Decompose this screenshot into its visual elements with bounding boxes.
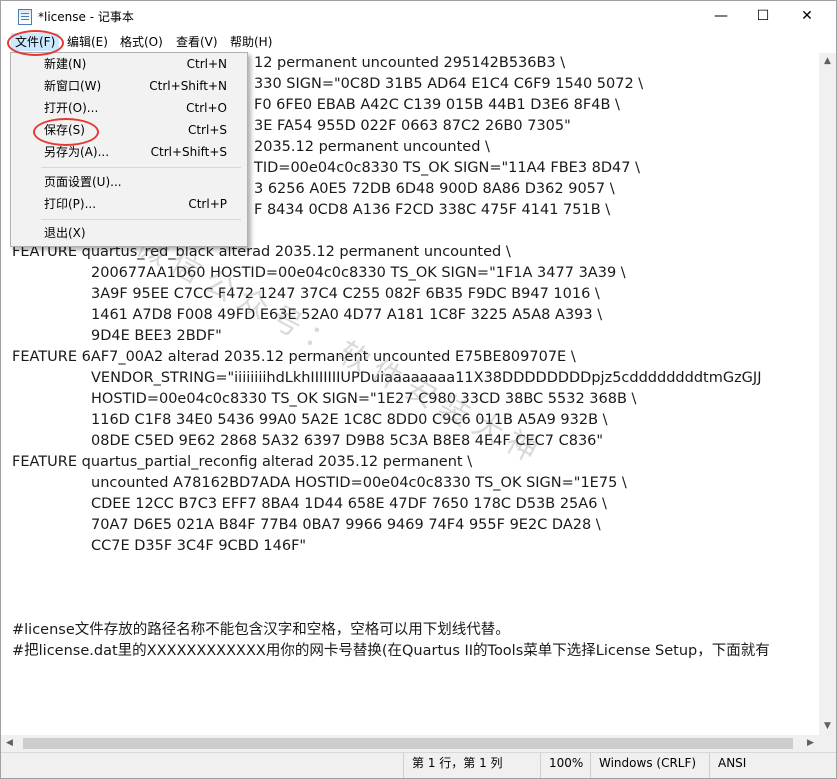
close-button[interactable]: ✕ xyxy=(784,1,830,31)
text-line: 3 6256 A0E5 72DB 6D48 900D 8A86 D362 905… xyxy=(254,181,615,197)
menu-item-new-window[interactable]: 新窗口(W) Ctrl+Shift+N xyxy=(11,75,247,97)
status-encoding: ANSI xyxy=(709,753,826,778)
menu-item-label: 退出(X) xyxy=(44,226,86,240)
window-title: *license - 记事本 xyxy=(38,10,134,24)
menu-separator xyxy=(41,219,241,220)
menu-bar: 文件(F) 编辑(E) 格式(O) 查看(V) 帮助(H) xyxy=(1,31,836,52)
text-line: CDEE 12CC B7C3 EFF7 8BA4 1D44 658E 47DF … xyxy=(91,496,607,512)
menu-item-label: 页面设置(U)... xyxy=(44,175,122,189)
text-line: 330 SIGN="0C8D 31B5 AD64 E1C4 C6F9 1540 … xyxy=(254,76,644,92)
menu-item-open[interactable]: 打开(O)... Ctrl+O xyxy=(11,97,247,119)
text-line: 70A7 D6E5 021A B84F 77B4 0BA7 9966 9469 … xyxy=(91,517,601,533)
scrollbar-corner xyxy=(819,735,836,752)
menu-item-save-as[interactable]: 另存为(A)... Ctrl+Shift+S xyxy=(11,141,247,163)
text-line: 12 permanent uncounted 295142B536B3 \ xyxy=(254,55,566,71)
menu-item-label: 保存(S) xyxy=(44,123,85,137)
menu-help[interactable]: 帮助(H) xyxy=(226,33,276,51)
text-line: TID=00e04c0c8330 TS_OK SIGN="11A4 FBE3 8… xyxy=(254,160,640,176)
menu-edit[interactable]: 编辑(E) xyxy=(63,33,112,51)
text-line: FEATURE 6AF7_00A2 alterad 2035.12 perman… xyxy=(12,349,576,365)
text-line: 9D4E BEE3 2BDF" xyxy=(91,328,222,344)
minimize-button[interactable]: — xyxy=(698,1,744,31)
scroll-up-arrow-icon[interactable]: ▲ xyxy=(819,53,836,70)
menu-item-shortcut: Ctrl+N xyxy=(186,57,227,71)
text-line: 2035.12 permanent uncounted \ xyxy=(254,139,490,155)
status-cursor-position: 第 1 行，第 1 列 xyxy=(403,753,549,778)
notepad-icon xyxy=(18,9,32,25)
text-line: #把license.dat里的XXXXXXXXXXXX用你的网卡号替换(在Qua… xyxy=(12,643,770,659)
scroll-down-arrow-icon[interactable]: ▼ xyxy=(819,718,836,735)
text-line: 3E FA54 955D 022F 0663 87C2 26B0 7305" xyxy=(254,118,571,134)
title-bar[interactable]: *license - 记事本 — ☐ ✕ xyxy=(1,1,836,31)
status-zoom: 100% xyxy=(540,753,591,778)
menu-separator xyxy=(41,167,241,168)
text-line: F0 6FE0 EBAB A42C C139 015B 44B1 D3E6 8F… xyxy=(254,97,620,113)
text-line: #license文件存放的路径名称不能包含汉字和空格，空格可以用下划线代替。 xyxy=(12,622,510,638)
menu-item-shortcut: Ctrl+Shift+N xyxy=(149,79,227,93)
menu-item-shortcut: Ctrl+Shift+S xyxy=(150,145,227,159)
menu-format[interactable]: 格式(O) xyxy=(116,33,167,51)
text-line: FEATURE quartus_partial_reconfig alterad… xyxy=(12,454,473,470)
horizontal-scrollbar[interactable]: ◀ ▶ xyxy=(1,735,819,752)
text-line: 1461 A7D8 F008 49FD E63E 52A0 4D77 A181 … xyxy=(91,307,603,323)
file-menu-dropdown: 新建(N) Ctrl+N 新窗口(W) Ctrl+Shift+N 打开(O)..… xyxy=(10,52,248,247)
status-bar: 第 1 行，第 1 列 100% Windows (CRLF) ANSI xyxy=(1,752,836,778)
horizontal-scroll-thumb[interactable] xyxy=(23,738,793,749)
menu-item-label: 打印(P)... xyxy=(44,197,97,211)
scroll-right-arrow-icon[interactable]: ▶ xyxy=(802,735,819,752)
notepad-window: *license - 记事本 — ☐ ✕ 文件(F) 编辑(E) 格式(O) 查… xyxy=(0,0,837,779)
text-line: 3A9F 95EE C7CC F472 1247 37C4 C255 082F … xyxy=(91,286,600,302)
text-line: CC7E D35F 3C4F 9CBD 146F" xyxy=(91,538,307,554)
scroll-left-arrow-icon[interactable]: ◀ xyxy=(1,735,18,752)
text-line: HOSTID=00e04c0c8330 TS_OK SIGN="1E27 C98… xyxy=(91,391,637,407)
menu-item-exit[interactable]: 退出(X) xyxy=(11,222,247,244)
menu-item-save[interactable]: 保存(S) Ctrl+S xyxy=(11,119,247,141)
menu-item-label: 打开(O)... xyxy=(44,101,99,115)
status-line-ending: Windows (CRLF) xyxy=(590,753,709,778)
menu-item-label: 另存为(A)... xyxy=(44,145,110,159)
menu-item-label: 新窗口(W) xyxy=(44,79,102,93)
menu-item-shortcut: Ctrl+O xyxy=(186,101,227,115)
maximize-button[interactable]: ☐ xyxy=(740,1,786,31)
text-line: uncounted A78162BD7ADA HOSTID=00e04c0c83… xyxy=(91,475,627,491)
menu-item-print[interactable]: 打印(P)... Ctrl+P xyxy=(11,193,247,215)
menu-item-shortcut: Ctrl+S xyxy=(187,123,227,137)
text-line: F 8434 0CD8 A136 F2CD 338C 475F 4141 751… xyxy=(254,202,611,218)
menu-item-new[interactable]: 新建(N) Ctrl+N xyxy=(11,53,247,75)
menu-item-page-setup[interactable]: 页面设置(U)... xyxy=(11,171,247,193)
menu-item-shortcut: Ctrl+P xyxy=(188,197,227,211)
menu-item-label: 新建(N) xyxy=(44,57,87,71)
menu-view[interactable]: 查看(V) xyxy=(172,33,222,51)
menu-file[interactable]: 文件(F) xyxy=(11,33,60,51)
vertical-scrollbar[interactable]: ▲ ▼ xyxy=(819,53,836,735)
